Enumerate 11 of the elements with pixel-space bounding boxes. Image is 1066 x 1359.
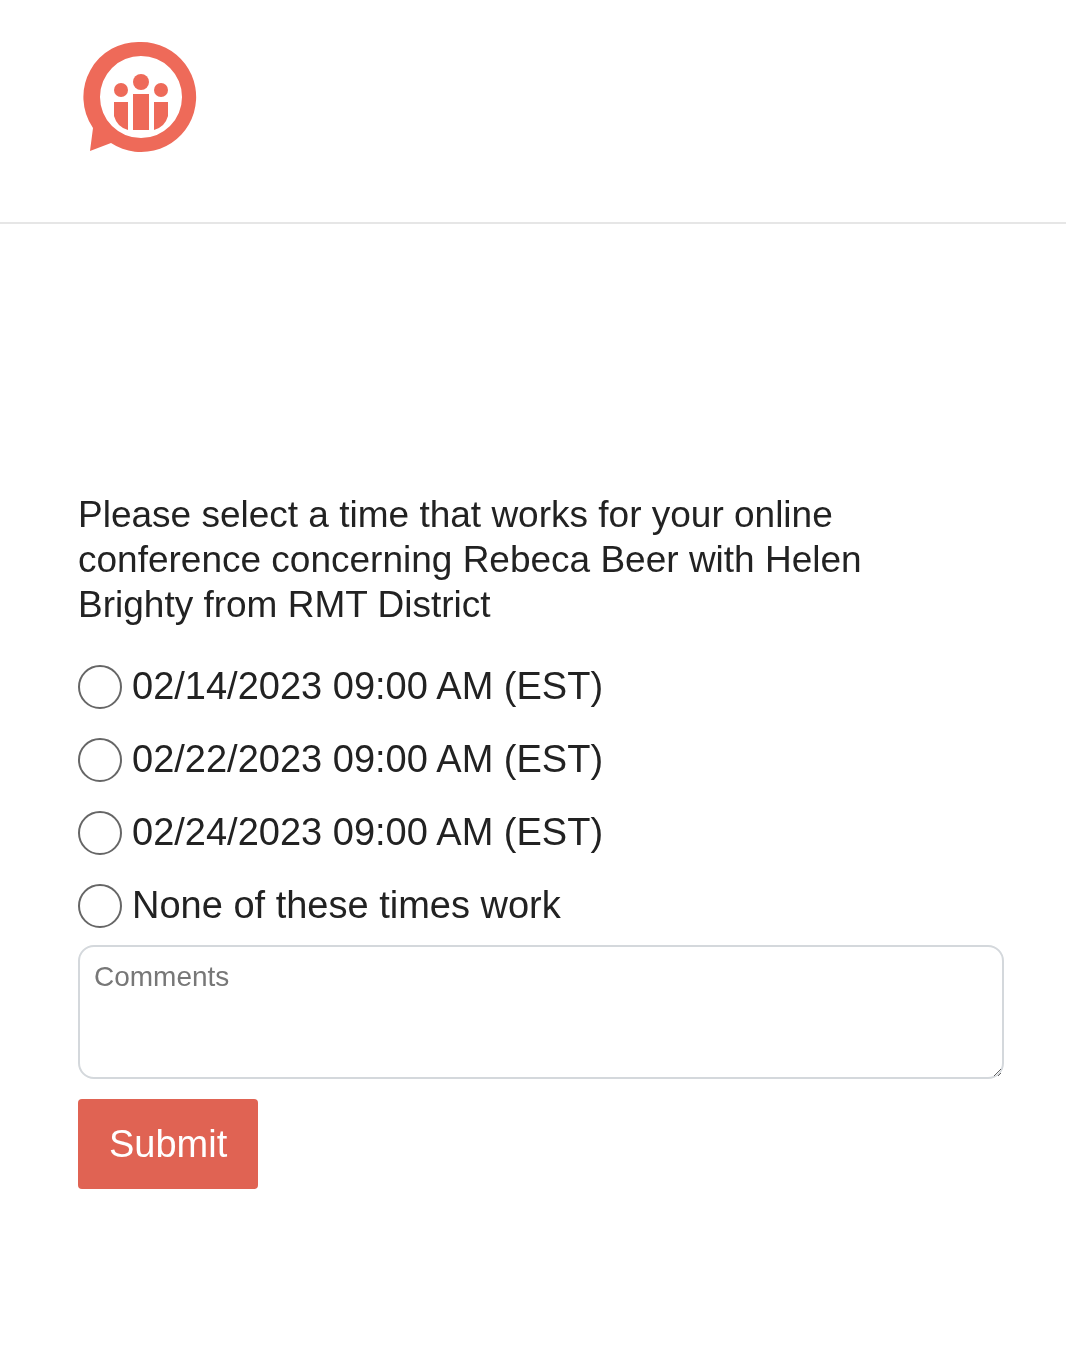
radio-button[interactable] <box>78 737 122 782</box>
comments-field[interactable]: Comments <box>78 945 1004 1079</box>
question-text: Please select a time that works for your online conference concerning Rebeca Beer with Helen Brighty from RMT District <box>78 493 863 627</box>
option-label: 02/24/2023 09:00 AM (EST) <box>132 811 604 854</box>
submit-button[interactable]: Submit <box>78 1099 259 1189</box>
radio-button[interactable] <box>78 664 122 709</box>
option-label: None of these times work <box>132 884 561 927</box>
radio-button[interactable] <box>78 810 122 855</box>
option-label: 02/14/2023 09:00 AM (EST) <box>132 665 604 708</box>
option-label: 02/22/2023 09:00 AM (EST) <box>132 738 604 781</box>
radio-button[interactable] <box>78 883 122 928</box>
